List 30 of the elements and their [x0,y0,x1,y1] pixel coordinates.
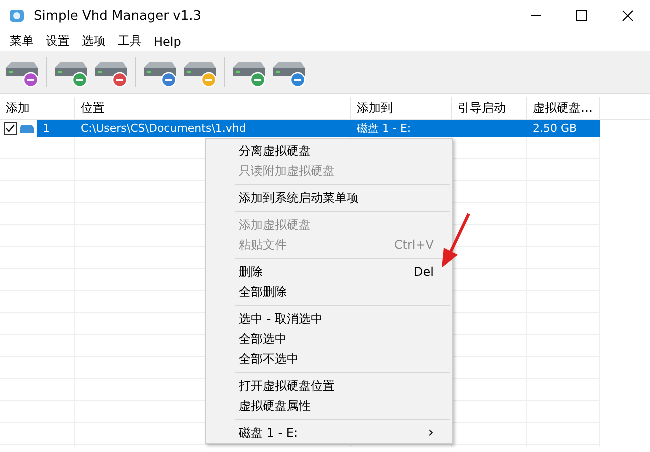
context-menu-item[interactable]: 添加到系统启动菜单项 [206,188,452,208]
drive-icon [20,124,34,132]
context-menu-item[interactable]: 磁盘 1 - E: › [206,423,452,443]
context-menu-item[interactable]: 删除 Del [206,262,452,282]
menu-item[interactable]: 菜单 [4,33,40,50]
close-icon[interactable] [622,10,634,22]
context-menu-item[interactable]: 选中 - 取消选中 [206,309,452,329]
table-cell: 磁盘 1 - E: [351,120,452,137]
row-checkbox[interactable] [4,122,17,135]
context-menu-item[interactable]: 全部删除 [206,282,452,302]
app-icon [8,7,26,25]
table-cell: 1 [37,120,75,137]
context-menu-item[interactable]: 虚拟硬盘属性 [206,396,452,416]
table-cell: C:\Users\CS\Documents\1.vhd [75,120,351,137]
context-menu-item[interactable]: 打开虚拟硬盘位置 [206,376,452,396]
column-header[interactable]: 添加 [0,97,75,119]
menu-item[interactable]: 设置 [40,33,76,50]
maximize-icon[interactable] [576,10,588,22]
menu-item[interactable]: Help [148,34,188,48]
table-cell: 2.50 GB [527,120,600,137]
column-header[interactable]: 位置 [75,97,351,119]
context-menu-item[interactable]: 全部选中 [206,329,452,349]
window-title: Simple Vhd Manager v1.3 [34,8,203,24]
column-header[interactable]: 引导启动 [452,97,527,119]
column-header[interactable]: 添加到 [351,97,452,119]
column-header[interactable]: 虚拟硬盘… [527,97,600,119]
menu-item[interactable]: 选项 [76,33,112,50]
context-menu-item[interactable]: 全部不选中 [206,349,452,369]
menu-item[interactable]: 工具 [112,33,148,50]
context-menu-item[interactable]: 分离虚拟硬盘 [206,141,452,161]
